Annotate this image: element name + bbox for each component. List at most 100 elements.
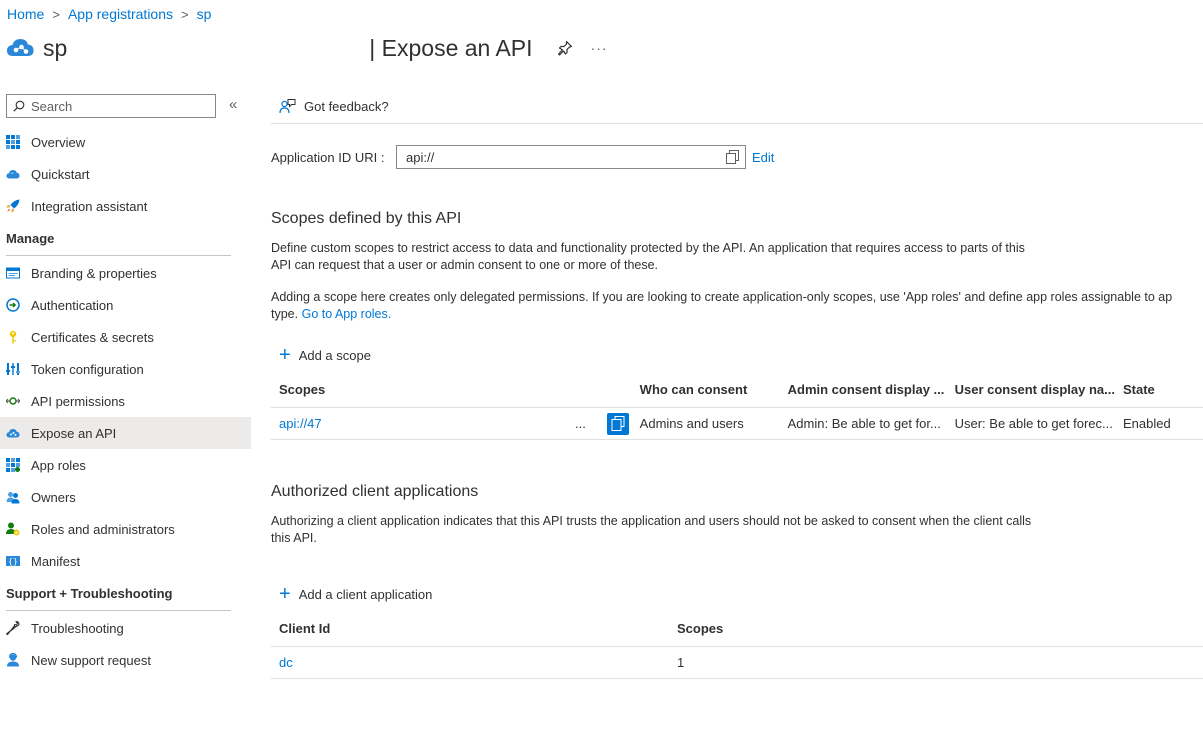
copy-icon[interactable] (726, 150, 739, 164)
api-permissions-icon (6, 394, 20, 408)
scope-cell: api://47 ... (271, 407, 632, 440)
copy-icon (611, 416, 625, 431)
sidebar-item-label: Branding & properties (31, 265, 157, 281)
pin-icon[interactable] (557, 40, 573, 56)
more-options-icon[interactable]: ··· (591, 40, 608, 56)
feedback-button[interactable]: Got feedback? (279, 96, 389, 116)
sidebar-item-certificates[interactable]: Certificates & secrets (0, 321, 251, 353)
scopes-description: Define custom scopes to restrict access … (271, 240, 1025, 274)
table-header-row: Scopes Who can consent Admin consent dis… (271, 372, 1203, 408)
column-header-user-consent[interactable]: User consent display na... (946, 372, 1115, 408)
scopes-description-line-1: Define custom scopes to restrict access … (271, 241, 1025, 255)
scope-ellipsis: ... (575, 415, 586, 431)
client-scopes-cell: 1 (669, 646, 1203, 679)
sidebar-item-api-permissions[interactable]: API permissions (0, 385, 251, 417)
breadcrumb: Home > App registrations > sp (7, 5, 211, 23)
who-can-consent-cell: Admins and users (631, 407, 780, 440)
rocket-icon (6, 199, 20, 213)
title-suffix: | Expose an API (369, 34, 533, 61)
section-divider (6, 610, 231, 611)
application-id-uri-value: api:// (406, 149, 435, 165)
sidebar-search[interactable] (6, 94, 216, 118)
overview-grid-icon (6, 135, 20, 149)
sidebar-item-owners[interactable]: Owners (0, 481, 251, 513)
application-id-uri-field[interactable]: api:// (396, 145, 746, 169)
scopes-description-line-2: API can request that a user or admin con… (271, 258, 659, 272)
scope-link[interactable]: api://47 (279, 416, 322, 431)
breadcrumb-home[interactable]: Home (7, 6, 44, 22)
sidebar-nav: Overview Quickstart Integration assistan… (0, 126, 251, 676)
sidebar-item-integration-assistant[interactable]: Integration assistant (0, 190, 251, 222)
roles-admin-icon (6, 522, 20, 536)
column-header-who-can-consent[interactable]: Who can consent (631, 372, 780, 408)
collapse-sidebar-icon[interactable]: « (229, 96, 243, 114)
plus-icon: + (279, 583, 291, 605)
copy-scope-button[interactable] (607, 412, 629, 435)
client-id-link[interactable]: dc (279, 655, 293, 670)
sidebar-item-overview[interactable]: Overview (0, 126, 251, 158)
app-registration-cloud-icon (7, 39, 34, 56)
scopes-section-title: Scopes defined by this API (271, 210, 462, 227)
page-header: sp | Expose an API ··· (5, 30, 608, 66)
column-header-scopes[interactable]: Scopes (669, 611, 1203, 647)
support-person-icon (6, 653, 20, 667)
column-header-scopes[interactable]: Scopes (271, 372, 632, 408)
sidebar-item-label: Expose an API (31, 425, 117, 441)
search-input[interactable] (31, 98, 201, 114)
sidebar-item-manifest[interactable]: {} Manifest (0, 545, 251, 577)
sidebar-item-label: Quickstart (31, 166, 90, 182)
sidebar-item-quickstart[interactable]: Quickstart (0, 158, 251, 190)
title-prefix: sp (43, 34, 68, 61)
breadcrumb-separator: > (52, 6, 60, 22)
sidebar-item-roles-and-administrators[interactable]: Roles and administrators (0, 513, 251, 545)
sidebar-item-label: App roles (31, 457, 86, 473)
admin-consent-cell: Admin: Be able to get for... (779, 407, 947, 440)
feedback-person-icon (279, 98, 296, 113)
authorized-clients-description-line-1: Authorizing a client application indicat… (271, 514, 1032, 528)
sidebar-item-label: Overview (31, 134, 86, 150)
search-icon (13, 100, 25, 112)
sidebar-item-new-support-request[interactable]: New support request (0, 644, 251, 676)
table-row[interactable]: api://47 ... Admins and users Admin: Be … (271, 407, 1203, 440)
authorized-clients-description-line-2: this API. (271, 531, 317, 545)
column-header-state[interactable]: State (1115, 372, 1203, 408)
main-content: Got feedback? Application ID URI : api:/… (271, 88, 1203, 750)
breadcrumb-current[interactable]: sp (197, 6, 212, 22)
sidebar-item-label: New support request (31, 652, 151, 668)
section-divider (6, 255, 231, 256)
sidebar-item-token-configuration[interactable]: Token configuration (0, 353, 251, 385)
sidebar-item-label: API permissions (31, 393, 125, 409)
sidebar-item-authentication[interactable]: Authentication (0, 289, 251, 321)
owners-icon (6, 490, 20, 504)
sidebar-item-label: Troubleshooting (31, 620, 124, 636)
add-scope-button[interactable]: + Add a scope (279, 345, 371, 365)
sidebar-item-branding[interactable]: Branding & properties (0, 257, 251, 289)
divider (271, 123, 1203, 124)
app-roles-grid-icon (6, 458, 20, 472)
sidebar-item-expose-an-api[interactable]: Expose an API (0, 417, 251, 449)
breadcrumb-separator: > (181, 6, 189, 22)
sidebar-item-label: Integration assistant (31, 198, 148, 214)
page-title: sp | Expose an API (43, 35, 533, 62)
add-scope-label: Add a scope (298, 347, 371, 363)
section-manage: Manage (6, 231, 55, 246)
table-row[interactable]: dc 1 (271, 646, 1203, 679)
sidebar-item-label: Owners (31, 489, 76, 505)
section-support-troubleshooting: Support + Troubleshooting (6, 586, 173, 601)
sidebar-item-app-roles[interactable]: App roles (0, 449, 251, 481)
client-applications-table: Client Id Scopes dc 1 (271, 611, 1203, 679)
go-to-app-roles-link[interactable]: Go to App roles. (302, 307, 392, 321)
sidebar-item-troubleshooting[interactable]: Troubleshooting (0, 612, 251, 644)
state-cell: Enabled (1115, 407, 1203, 440)
sidebar-item-label: Roles and administrators (31, 521, 175, 537)
column-header-client-id[interactable]: Client Id (271, 611, 669, 647)
add-client-application-label: Add a client application (298, 586, 433, 602)
edit-uri-link[interactable]: Edit (752, 150, 774, 165)
authorized-clients-title: Authorized client applications (271, 483, 479, 500)
column-header-admin-consent[interactable]: Admin consent display ... (779, 372, 947, 408)
branding-icon (6, 266, 20, 280)
add-client-application-button[interactable]: + Add a client application (279, 584, 432, 604)
scopes-note-line-1: Adding a scope here creates only delegat… (271, 290, 1173, 304)
breadcrumb-app-registrations[interactable]: App registrations (68, 6, 173, 22)
svg-text:{}: {} (8, 557, 18, 566)
